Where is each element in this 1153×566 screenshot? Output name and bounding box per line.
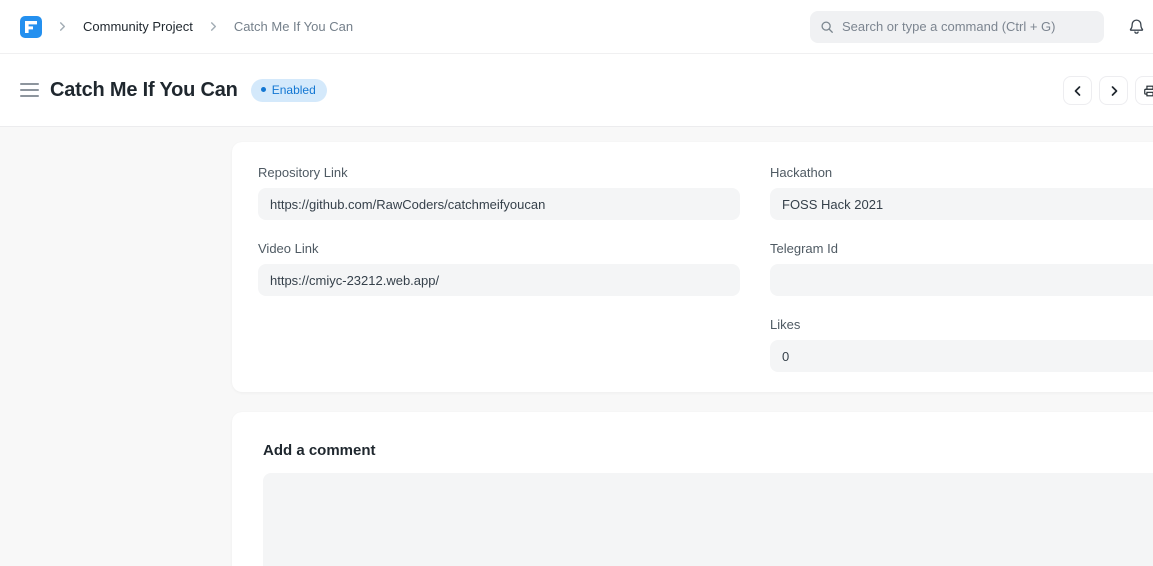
page-title: Catch Me If You Can	[50, 79, 238, 102]
form-column-right: Hackathon Telegram Id Likes	[770, 165, 1153, 393]
notifications-button[interactable]	[1128, 18, 1145, 36]
breadcrumb-item-community-project[interactable]: Community Project	[83, 19, 193, 34]
likes-input[interactable]	[770, 340, 1153, 372]
chevron-left-icon	[1072, 85, 1084, 97]
field-label: Repository Link	[258, 165, 740, 180]
form-card: Repository Link Video Link Hackathon Tel…	[232, 142, 1153, 392]
navbar-actions	[810, 11, 1145, 43]
chevron-right-icon	[1108, 85, 1120, 97]
page-header: Catch Me If You Can Enabled	[0, 54, 1153, 127]
chevron-right-icon	[209, 22, 218, 31]
bell-icon	[1128, 18, 1145, 36]
next-document-button[interactable]	[1099, 76, 1128, 105]
hamburger-icon	[20, 83, 39, 85]
status-badge: Enabled	[251, 79, 327, 102]
chevron-right-icon	[58, 22, 67, 31]
frappe-logo[interactable]	[20, 16, 42, 38]
search-icon	[820, 20, 834, 34]
add-comment-heading: Add a comment	[263, 442, 1153, 459]
field-label: Video Link	[258, 241, 740, 256]
field-telegram-id: Telegram Id	[770, 241, 1153, 296]
previous-document-button[interactable]	[1063, 76, 1092, 105]
form-column-left: Repository Link Video Link	[258, 165, 740, 317]
hackathon-input[interactable]	[770, 188, 1153, 220]
search-bar[interactable]	[810, 11, 1104, 43]
status-badge-label: Enabled	[272, 83, 316, 97]
status-dot	[261, 87, 266, 92]
comments-card: Add a comment	[232, 412, 1153, 566]
repository-link-input[interactable]	[258, 188, 740, 220]
field-label: Hackathon	[770, 165, 1153, 180]
sidebar-toggle-button[interactable]	[18, 81, 41, 99]
field-label: Likes	[770, 317, 1153, 332]
telegram-id-input[interactable]	[770, 264, 1153, 296]
field-likes: Likes	[770, 317, 1153, 372]
printer-icon	[1143, 84, 1153, 98]
header-actions	[1063, 76, 1153, 105]
breadcrumb-item-current[interactable]: Catch Me If You Can	[234, 19, 353, 34]
field-hackathon: Hackathon	[770, 165, 1153, 220]
field-label: Telegram Id	[770, 241, 1153, 256]
navbar: Community Project Catch Me If You Can	[0, 0, 1153, 54]
comment-input[interactable]	[263, 473, 1153, 566]
search-input[interactable]	[842, 19, 1094, 34]
video-link-input[interactable]	[258, 264, 740, 296]
breadcrumb: Community Project Catch Me If You Can	[20, 16, 353, 38]
field-repository-link: Repository Link	[258, 165, 740, 220]
field-video-link: Video Link	[258, 241, 740, 296]
print-button[interactable]	[1135, 76, 1153, 105]
